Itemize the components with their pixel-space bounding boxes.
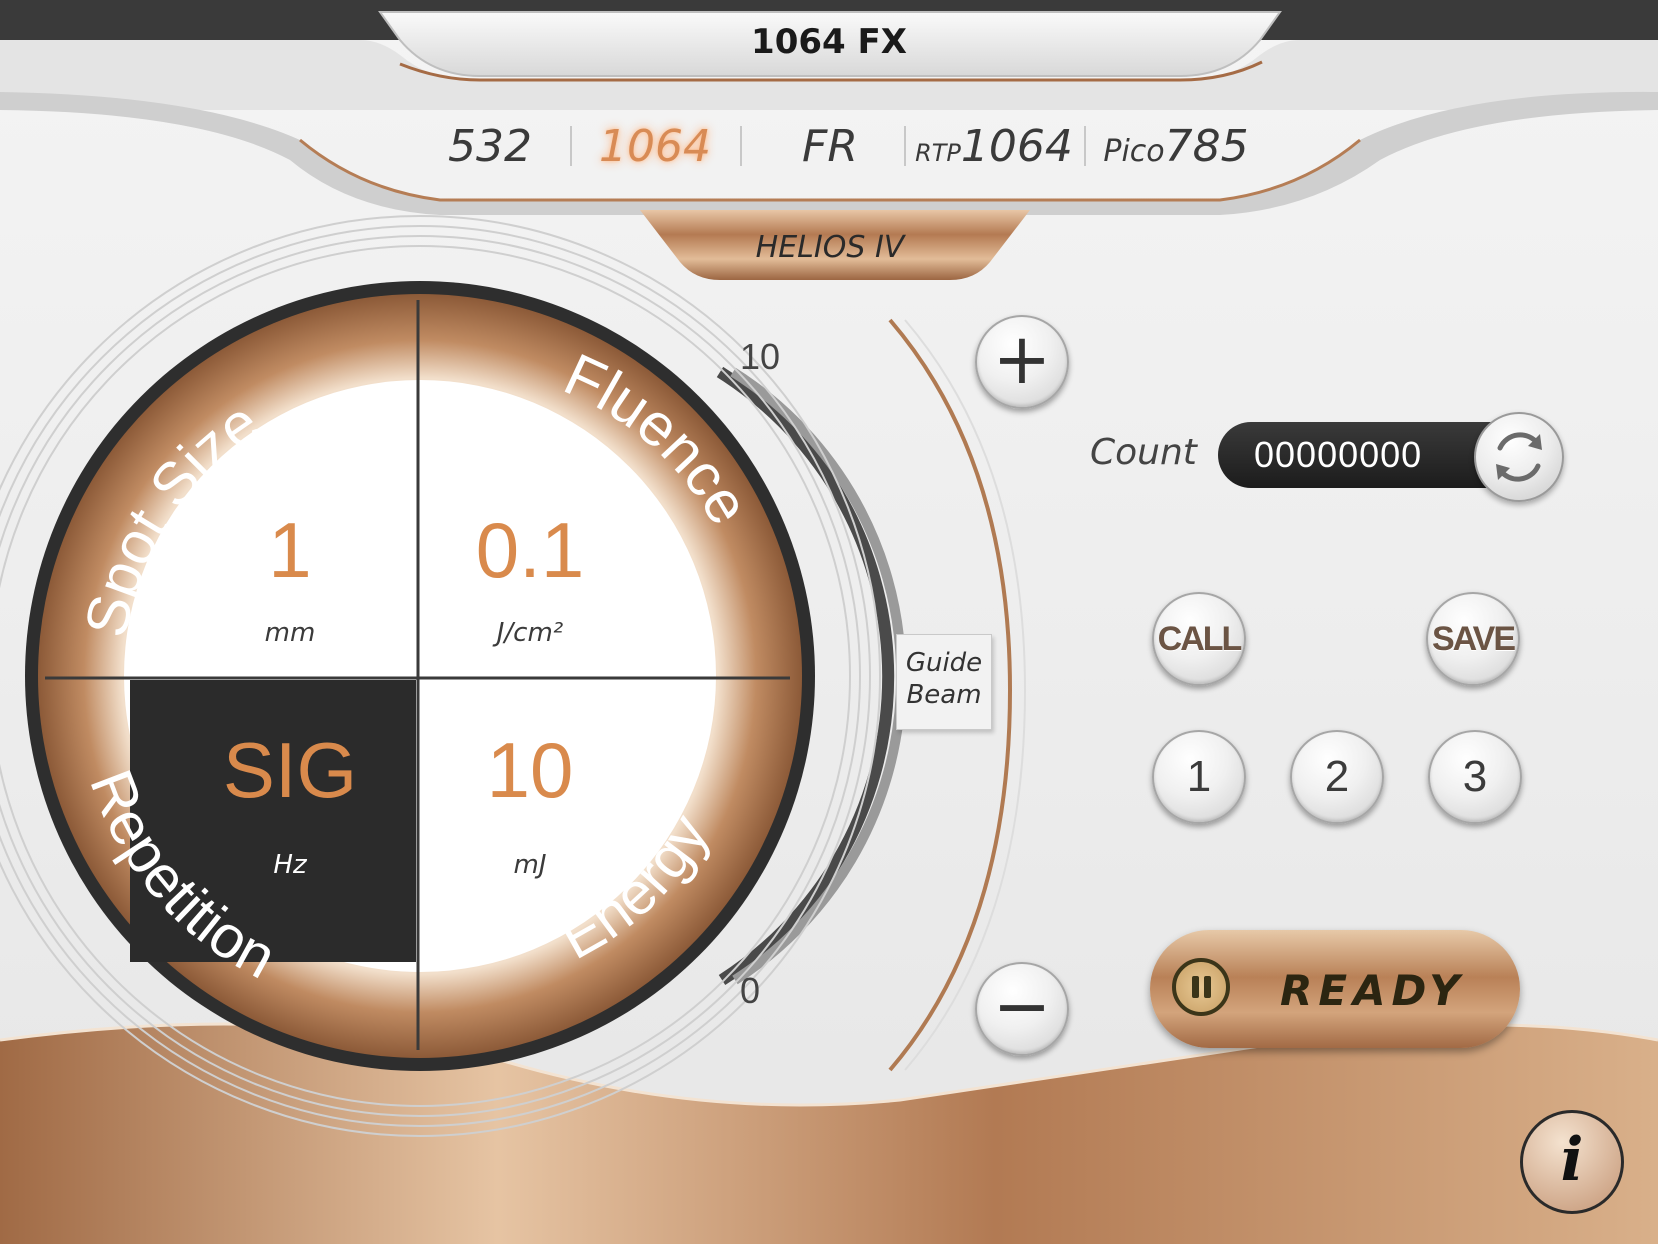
scale-max-label: 10 [740, 336, 781, 377]
decrease-button[interactable]: − [975, 962, 1069, 1056]
ready-label: READY [1280, 966, 1466, 1015]
tab-separator [904, 126, 906, 166]
memory-slot-1[interactable]: 1 [1152, 730, 1246, 824]
repetition-value[interactable]: SIG [190, 725, 390, 816]
tab-rtp1064[interactable]: RTP1064 [914, 112, 1074, 182]
reset-count-button[interactable] [1474, 412, 1564, 502]
guide-beam-label-line2: Beam [906, 680, 982, 710]
tab-1064[interactable]: 1064 [580, 112, 730, 182]
save-button[interactable]: SAVE [1426, 592, 1520, 686]
info-icon: i [1560, 1125, 1584, 1195]
repetition-unit: Hz [273, 850, 307, 880]
spot-size-value[interactable]: 1 [190, 505, 390, 596]
energy-unit: mJ [513, 850, 547, 880]
device-name: HELIOS IV [755, 230, 905, 265]
count-label: Count [1090, 432, 1197, 473]
energy-value[interactable]: 10 [430, 725, 630, 816]
spot-size-unit: mm [264, 618, 316, 648]
info-button[interactable]: i [1520, 1110, 1624, 1214]
tab-fr[interactable]: FR [750, 112, 910, 182]
tab-separator [740, 126, 742, 166]
tab-separator [570, 126, 572, 166]
call-button[interactable]: CALL [1152, 592, 1246, 686]
fluence-unit: J/cm² [496, 618, 564, 648]
count-value: 00000000 [1254, 434, 1423, 475]
memory-slot-3[interactable]: 3 [1428, 730, 1522, 824]
tab-pico785[interactable]: Pico785 [1092, 112, 1260, 182]
memory-slot-2[interactable]: 2 [1290, 730, 1384, 824]
tab-532[interactable]: 532 [420, 112, 560, 182]
guide-beam-button[interactable]: Guide Beam [896, 634, 992, 730]
tab-separator [1084, 126, 1086, 166]
pause-icon [1172, 958, 1230, 1016]
fluence-value[interactable]: 0.1 [430, 505, 630, 596]
increase-button[interactable]: + [975, 315, 1069, 409]
guide-beam-label-line1: Guide [905, 648, 983, 678]
scale-min-label: 0 [740, 970, 761, 1011]
mode-tab-bar: 532 1064 FR RTP1064 Pico785 [420, 112, 1260, 182]
app-screen: Spot Size Fluence Repetition Energy 1064… [0, 0, 1658, 1244]
page-title: 1064 FX [751, 22, 907, 62]
reset-counter-icon [1496, 432, 1542, 482]
